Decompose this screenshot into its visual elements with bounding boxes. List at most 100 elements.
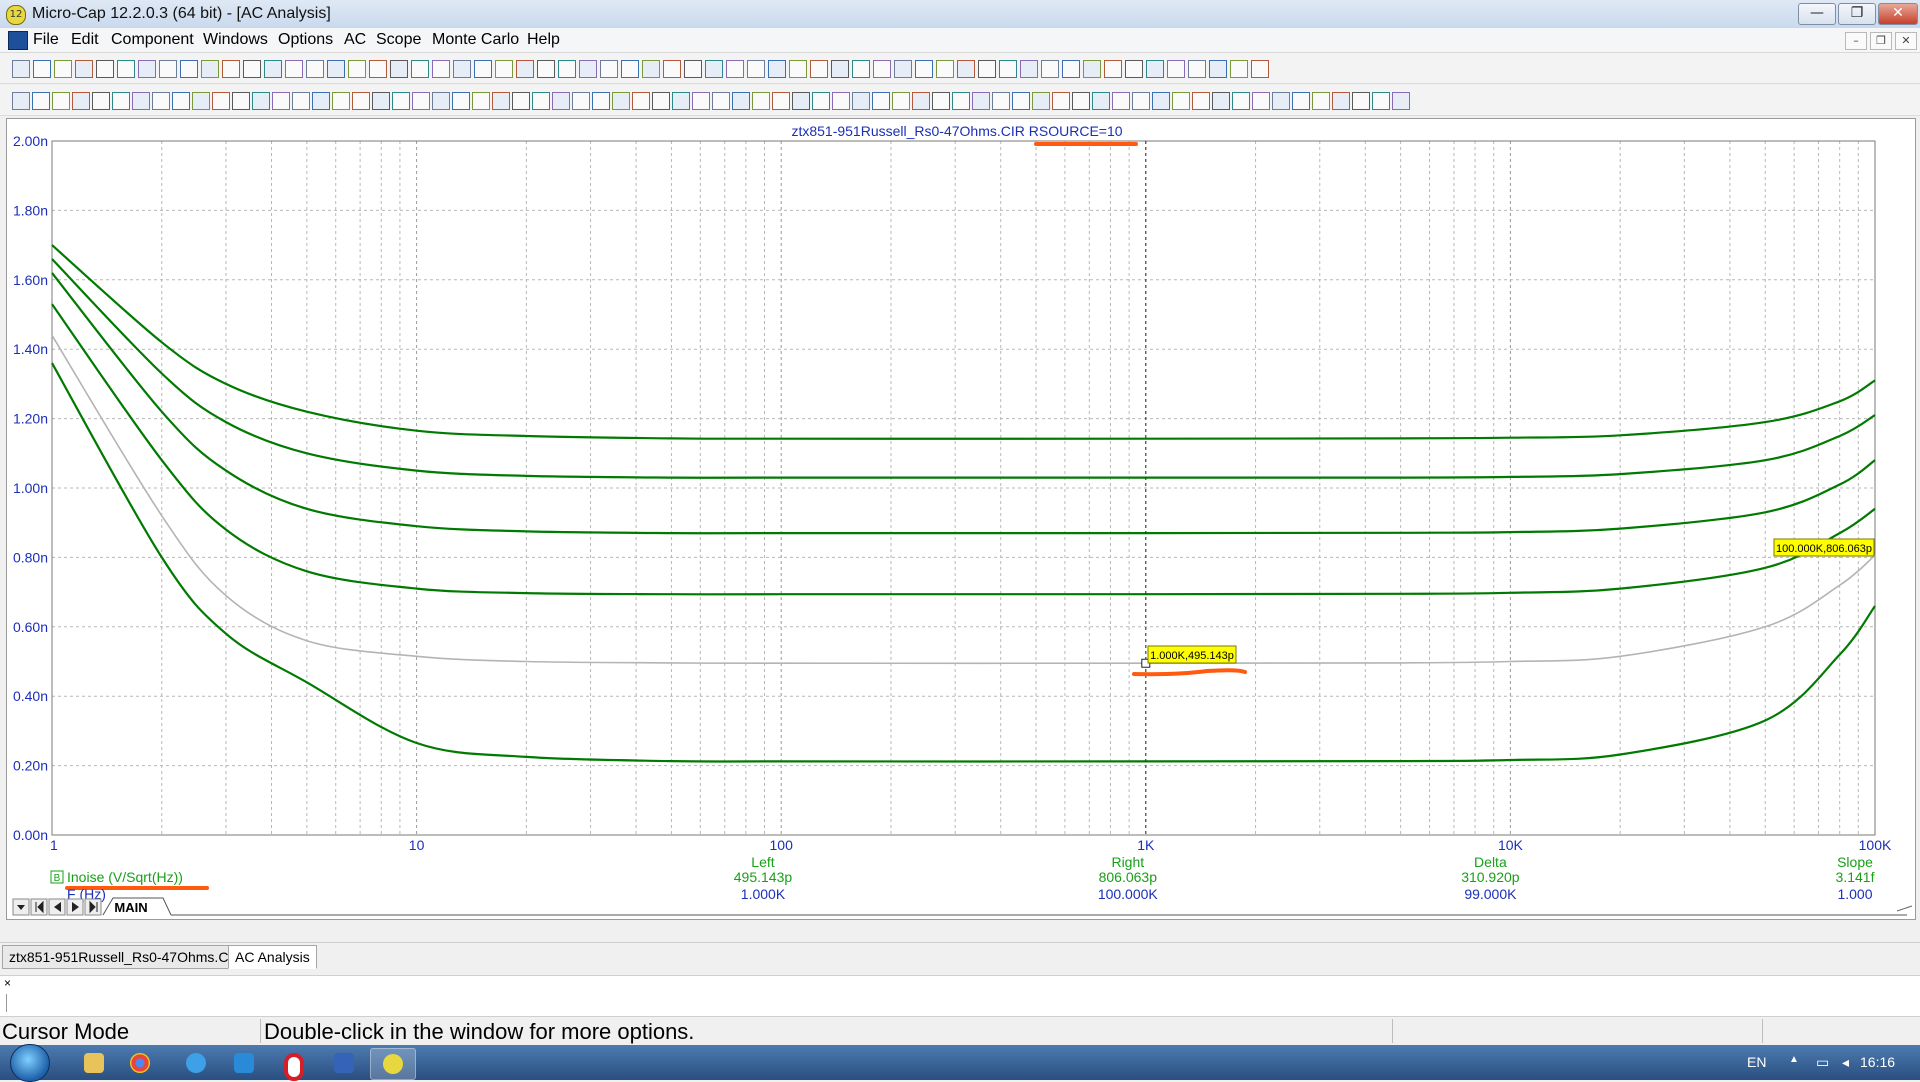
menu-monte-carlo[interactable]: Monte Carlo	[432, 31, 519, 49]
toolbar-button[interactable]	[772, 92, 790, 110]
toolbar-button[interactable]	[272, 92, 290, 110]
toolbar-button[interactable]	[712, 92, 730, 110]
toolbar-button[interactable]	[75, 60, 93, 78]
toolbar-button[interactable]	[852, 92, 870, 110]
toolbar-button[interactable]	[52, 92, 70, 110]
toolbar-button[interactable]	[1332, 92, 1350, 110]
toolbar-button[interactable]	[792, 92, 810, 110]
toolbar-button[interactable]	[512, 92, 530, 110]
toolbar-button[interactable]	[1152, 92, 1170, 110]
clock[interactable]: 16:16	[1860, 1054, 1895, 1070]
taskbar-explorer[interactable]	[72, 1048, 116, 1078]
toolbar-button[interactable]	[12, 60, 30, 78]
toolbar-button[interactable]	[327, 60, 345, 78]
toolbar-button[interactable]	[1146, 60, 1164, 78]
toolbar-button[interactable]	[752, 92, 770, 110]
toolbar-button[interactable]	[112, 92, 130, 110]
toolbar-button[interactable]	[243, 60, 261, 78]
toolbar-button[interactable]	[159, 60, 177, 78]
toolbar-button[interactable]	[1352, 92, 1370, 110]
toolbar-button[interactable]	[285, 60, 303, 78]
toolbar-button[interactable]	[92, 92, 110, 110]
toolbar-button[interactable]	[936, 60, 954, 78]
language-indicator[interactable]: EN	[1747, 1054, 1766, 1070]
legend-y-expression[interactable]: Inoise (V/Sqrt(Hz))	[67, 869, 183, 885]
menu-edit[interactable]: Edit	[71, 31, 99, 49]
toolbar-button[interactable]	[1032, 92, 1050, 110]
toolbar-button[interactable]	[1092, 92, 1110, 110]
toolbar-button[interactable]	[552, 92, 570, 110]
toolbar-button[interactable]	[132, 92, 150, 110]
toolbar-button[interactable]	[453, 60, 471, 78]
toolbar-button[interactable]	[1104, 60, 1122, 78]
toolbar-button[interactable]	[672, 92, 690, 110]
toolbar-button[interactable]	[705, 60, 723, 78]
toolbar-button[interactable]	[732, 92, 750, 110]
toolbar-button[interactable]	[579, 60, 597, 78]
toolbar-button[interactable]	[692, 92, 710, 110]
toolbar-button[interactable]	[992, 92, 1010, 110]
toolbar-button[interactable]	[1272, 92, 1290, 110]
toolbar-button[interactable]	[831, 60, 849, 78]
toolbar-button[interactable]	[232, 92, 250, 110]
toolbar-button[interactable]	[1172, 92, 1190, 110]
toolbar-button[interactable]	[952, 92, 970, 110]
mdi-minimize-button[interactable]: –	[1845, 32, 1867, 50]
toolbar-button[interactable]	[873, 60, 891, 78]
toolbar-button[interactable]	[1252, 92, 1270, 110]
toolbar-button[interactable]	[152, 92, 170, 110]
toolbar-button[interactable]	[978, 60, 996, 78]
noise-plot[interactable]: ztx851-951Russell_Rs0-47Ohms.CIR RSOURCE…	[7, 119, 1915, 919]
toolbar-button[interactable]	[54, 60, 72, 78]
toolbar-button[interactable]	[1312, 92, 1330, 110]
toolbar-button[interactable]	[1230, 60, 1248, 78]
toolbar-button[interactable]	[747, 60, 765, 78]
toolbar-button[interactable]	[872, 92, 890, 110]
toolbar-button[interactable]	[33, 60, 51, 78]
toolbar-button[interactable]	[1062, 60, 1080, 78]
taskbar-opera[interactable]	[272, 1048, 316, 1081]
toolbar-button[interactable]	[768, 60, 786, 78]
toolbar-button[interactable]	[592, 92, 610, 110]
toolbar-button[interactable]	[600, 60, 618, 78]
toolbar-button[interactable]	[912, 92, 930, 110]
toolbar-button[interactable]	[684, 60, 702, 78]
toolbar-button[interactable]	[495, 60, 513, 78]
toolbar-button[interactable]	[789, 60, 807, 78]
toolbar-button[interactable]	[1212, 92, 1230, 110]
toolbar-button[interactable]	[572, 92, 590, 110]
toolbar-button[interactable]	[172, 92, 190, 110]
toolbar-button[interactable]	[516, 60, 534, 78]
toolbar-button[interactable]	[652, 92, 670, 110]
toolbar-button[interactable]	[492, 92, 510, 110]
toolbar-button[interactable]	[138, 60, 156, 78]
maximize-button[interactable]: ❐	[1838, 3, 1876, 25]
taskbar-ie[interactable]	[174, 1048, 218, 1078]
toolbar-button[interactable]	[972, 92, 990, 110]
toolbar-button[interactable]	[812, 92, 830, 110]
toolbar-button[interactable]	[372, 92, 390, 110]
toolbar-button[interactable]	[1052, 92, 1070, 110]
toolbar-button[interactable]	[894, 60, 912, 78]
toolbar-button[interactable]	[1292, 92, 1310, 110]
toolbar-button[interactable]	[1072, 92, 1090, 110]
taskbar-microcap[interactable]	[370, 1048, 416, 1080]
tray-expand-icon[interactable]: ▲	[1789, 1054, 1799, 1065]
mdi-close-button[interactable]: ✕	[1895, 32, 1917, 50]
menu-component[interactable]: Component	[111, 31, 194, 49]
close-pane-icon[interactable]: ×	[4, 976, 11, 990]
toolbar-button[interactable]	[1232, 92, 1250, 110]
toolbar-button[interactable]	[212, 92, 230, 110]
toolbar-button[interactable]	[117, 60, 135, 78]
minimize-button[interactable]: —	[1798, 3, 1836, 25]
taskbar-app[interactable]	[222, 1048, 266, 1078]
toolbar-button[interactable]	[192, 92, 210, 110]
tab-ac-analysis[interactable]: AC Analysis	[228, 945, 317, 969]
toolbar-button[interactable]	[432, 60, 450, 78]
toolbar-button[interactable]	[1112, 92, 1130, 110]
toolbar-button[interactable]	[957, 60, 975, 78]
menu-ac[interactable]: AC	[344, 31, 366, 49]
toolbar-button[interactable]	[810, 60, 828, 78]
menu-help[interactable]: Help	[527, 31, 560, 49]
tab-schematic[interactable]: ztx851-951Russell_Rs0-47Ohms.CIR	[2, 945, 250, 969]
